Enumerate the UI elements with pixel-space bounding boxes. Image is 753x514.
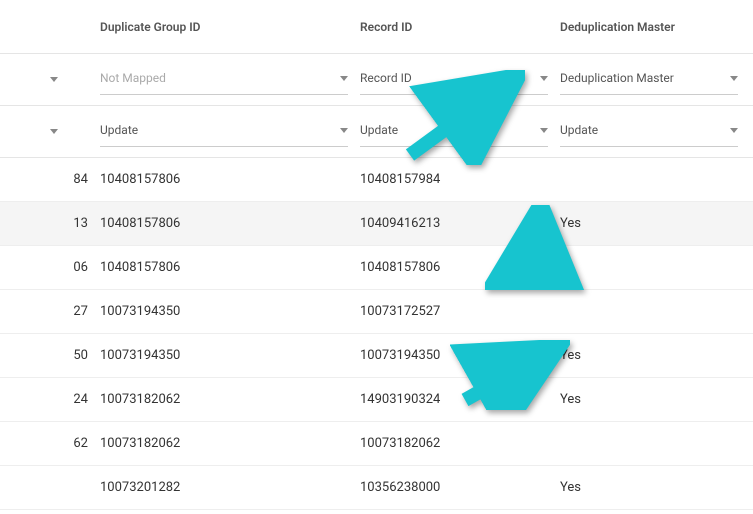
cell-dedup-master: Yes (560, 216, 750, 231)
cell-dup-group: 10073182062 (100, 436, 360, 451)
chevron-down-icon (730, 128, 738, 133)
cell-dup-group: 10073182062 (100, 392, 360, 407)
cell-record-id: 10409416213 (360, 216, 560, 231)
table-row[interactable]: 061040815780610408157806 (0, 246, 753, 290)
table-row[interactable]: 1007320128210356238000Yes (0, 466, 753, 510)
chevron-down-icon (340, 128, 348, 133)
chevron-down-icon (540, 128, 548, 133)
cell-partial-id: 27 (0, 304, 100, 319)
cell-record-id: 10408157806 (360, 260, 560, 275)
cell-dedup-master: Yes (560, 392, 750, 407)
cell-partial-id: 84 (0, 172, 100, 187)
header-row: Duplicate Group ID Record ID Deduplicati… (0, 0, 753, 54)
chevron-down-icon (540, 76, 548, 81)
action-dropdown-dedup-master[interactable]: Update (560, 117, 738, 147)
data-rows: 8410408157806104081579841310408157806104… (0, 158, 753, 510)
dropdown-caret-icon[interactable] (50, 129, 58, 134)
cell-record-id: 10408157984 (360, 172, 560, 187)
dropdown-label: Not Mapped (100, 71, 166, 85)
dropdown-label: Update (360, 123, 398, 137)
table-row[interactable]: 241007318206214903190324Yes (0, 378, 753, 422)
cell-record-id: 10356238000 (360, 480, 560, 495)
cell-dup-group: 10408157806 (100, 260, 360, 275)
dropdown-label: Record ID (360, 71, 412, 85)
cell-partial-id: 62 (0, 436, 100, 451)
cell-dup-group: 10408157806 (100, 216, 360, 231)
action-row: Update Update Update (0, 106, 753, 158)
dropdown-label: Update (560, 123, 598, 137)
table-row[interactable]: 621007318206210073182062 (0, 422, 753, 466)
cell-partial-id: 24 (0, 392, 100, 407)
cell-dup-group: 10073201282 (100, 480, 360, 495)
table-row[interactable]: 131040815780610409416213Yes (0, 202, 753, 246)
cell-partial-id: 50 (0, 348, 100, 363)
cell-record-id: 10073194350 (360, 348, 560, 363)
cell-record-id: 10073172527 (360, 304, 560, 319)
cell-record-id: 10073182062 (360, 436, 560, 451)
header-record-id: Record ID (360, 20, 560, 34)
header-duplicate-group: Duplicate Group ID (100, 20, 360, 34)
chevron-down-icon (340, 76, 348, 81)
dropdown-label: Deduplication Master (560, 71, 674, 85)
table-row[interactable]: 841040815780610408157984 (0, 158, 753, 202)
cell-dedup-master: Yes (560, 348, 750, 363)
cell-dup-group: 10408157806 (100, 172, 360, 187)
chevron-down-icon (730, 76, 738, 81)
action-dropdown-dup-group[interactable]: Update (100, 117, 348, 147)
action-dropdown-record-id[interactable]: Update (360, 117, 548, 147)
mapping-dropdown-dedup-master[interactable]: Deduplication Master (560, 65, 738, 95)
cell-dup-group: 10073194350 (100, 304, 360, 319)
table-row[interactable]: 271007319435010073172527 (0, 290, 753, 334)
cell-dedup-master: Yes (560, 480, 750, 495)
mapping-dropdown-dup-group[interactable]: Not Mapped (100, 65, 348, 95)
mapping-dropdown-record-id[interactable]: Record ID (360, 65, 548, 95)
dropdown-label: Update (100, 123, 138, 137)
mapping-row: Not Mapped Record ID Deduplication Maste… (0, 54, 753, 106)
cell-record-id: 14903190324 (360, 392, 560, 407)
dropdown-caret-icon[interactable] (50, 77, 58, 82)
header-dedup-master: Deduplication Master (560, 20, 750, 34)
cell-partial-id: 13 (0, 216, 100, 231)
table-row[interactable]: 501007319435010073194350Yes (0, 334, 753, 378)
cell-partial-id: 06 (0, 260, 100, 275)
cell-dup-group: 10073194350 (100, 348, 360, 363)
mapping-table: Duplicate Group ID Record ID Deduplicati… (0, 0, 753, 514)
